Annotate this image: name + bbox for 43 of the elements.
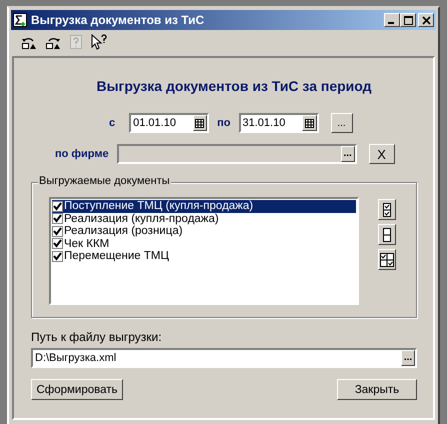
calendar-icon[interactable] bbox=[302, 115, 316, 131]
list-item[interactable]: Реализация (розница) bbox=[52, 225, 356, 238]
sum-document-icon bbox=[13, 13, 27, 27]
list-item[interactable]: Поступление ТМЦ (купля-продажа) bbox=[52, 200, 356, 212]
empty-boxes-icon bbox=[383, 228, 391, 242]
grid-checks-icon bbox=[380, 252, 394, 266]
close-dialog-button[interactable]: Закрыть bbox=[337, 379, 417, 400]
uncheck-all-button[interactable] bbox=[378, 224, 396, 245]
to-label: по bbox=[217, 117, 230, 129]
checkbox[interactable] bbox=[52, 200, 63, 212]
checkbox[interactable] bbox=[52, 226, 63, 237]
browse-button[interactable]: ... bbox=[401, 350, 415, 366]
generate-button[interactable]: Сформировать bbox=[31, 379, 123, 400]
check-all-button[interactable] bbox=[378, 199, 396, 220]
from-label: с bbox=[109, 117, 116, 129]
calendar-icon[interactable] bbox=[192, 115, 208, 131]
path-label: Путь к файлу выгрузки: bbox=[31, 330, 163, 344]
date-picker[interactable]: 01.01.10 bbox=[129, 113, 210, 133]
group-title: Выгружаемые документы bbox=[38, 175, 171, 187]
date-picker[interactable]: 31.01.10 bbox=[238, 113, 318, 133]
invert-button[interactable] bbox=[378, 249, 396, 270]
checkbox[interactable] bbox=[52, 250, 63, 262]
window-title: Выгрузка документов из ТиС bbox=[31, 13, 206, 27]
documents-list[interactable]: Поступление ТМЦ (купля-продажа) Реализация (купля-продажа) Реализация (розница) Чек ККМ Перемещение ТМЦ bbox=[49, 197, 359, 305]
list-item[interactable]: Перемещение ТМЦ bbox=[52, 250, 356, 262]
checked-boxes-icon bbox=[383, 202, 391, 216]
maximize-icon bbox=[404, 16, 412, 24]
form-heading: Выгрузка документов из ТиС за период bbox=[95, 78, 373, 94]
pointer-help-icon[interactable] bbox=[91, 34, 109, 50]
firm-label: по фирме bbox=[55, 148, 109, 160]
minimize-button[interactable] bbox=[384, 13, 400, 27]
close-icon bbox=[422, 16, 430, 24]
checkbox[interactable] bbox=[52, 238, 63, 250]
clear-button[interactable]: X bbox=[368, 144, 395, 164]
firm-field[interactable]: ... bbox=[116, 144, 357, 164]
list-item[interactable]: Реализация (купля-продажа) bbox=[52, 212, 356, 225]
list-item[interactable]: Чек ККМ bbox=[52, 238, 356, 250]
period-button[interactable]: ... bbox=[330, 113, 352, 133]
checkbox[interactable] bbox=[52, 213, 63, 224]
select-button[interactable]: ... bbox=[340, 146, 355, 162]
close-button[interactable] bbox=[418, 13, 434, 27]
maximize-button[interactable] bbox=[400, 13, 416, 27]
path-field[interactable]: D:\Выгрузка.xml ... bbox=[31, 348, 417, 368]
